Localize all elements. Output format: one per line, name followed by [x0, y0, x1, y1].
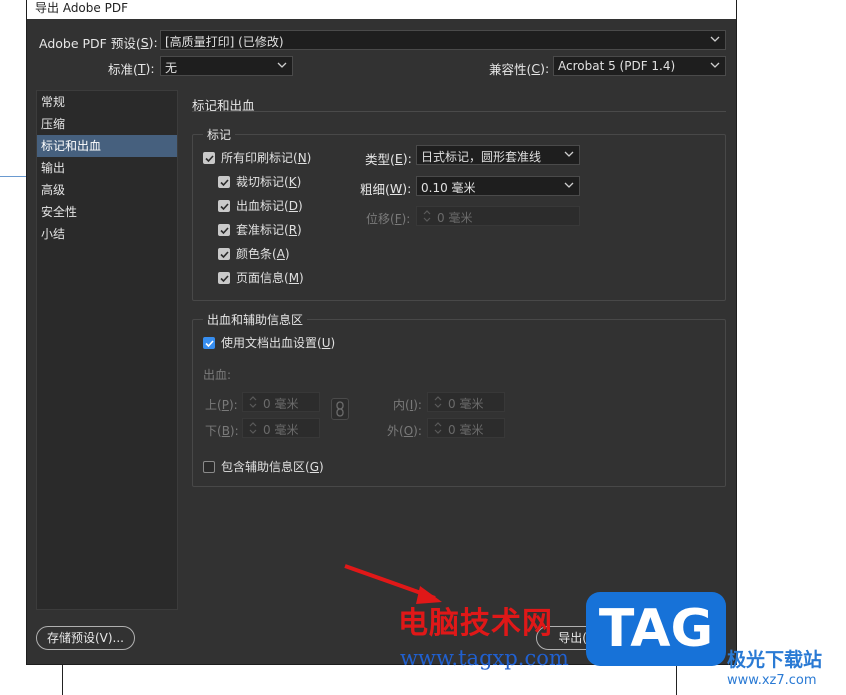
chevron-down-icon [564, 151, 574, 157]
all-printer-marks-checkbox[interactable]: 所有印刷标记(N) [203, 149, 311, 166]
weight-label: 粗细(W): [360, 181, 412, 197]
sidebar-item-summary[interactable]: 小结 [37, 223, 177, 245]
compat-dropdown[interactable]: Acrobat 5 (PDF 1.4) [553, 56, 726, 76]
watermark-url: www.tagxp.com [400, 646, 569, 670]
checkbox-box [218, 271, 230, 284]
bleed-inside-input[interactable]: 0 毫米 [427, 392, 505, 412]
chain-link-icon [336, 401, 344, 417]
checkbox-box [218, 199, 230, 212]
page-information-checkbox[interactable]: 页面信息(M) [218, 269, 304, 286]
spinner-arrows-icon [249, 422, 257, 434]
preset-dropdown[interactable]: [高质量打印] (已修改) [160, 30, 726, 50]
bleed-marks-checkbox[interactable]: 出血标记(D) [218, 197, 303, 214]
watermark-brand-url: www.xz7.com [727, 673, 817, 688]
compat-label: 兼容性(C): [489, 61, 550, 77]
chevron-down-icon [277, 62, 287, 68]
marks-group-title: 标记 [203, 126, 236, 143]
bleed-outside-label: 外(O): [387, 424, 422, 438]
offset-label: 位移(F): [366, 212, 411, 226]
use-document-bleed-checkbox[interactable]: 使用文档出血设置(U) [203, 334, 335, 351]
bleed-inside-label: 内(I): [393, 398, 422, 412]
sidebar: 常规 压缩 标记和出血 输出 高级 安全性 小结 [36, 90, 178, 610]
spinner-arrows-icon [249, 396, 257, 408]
spinner-arrows-icon [423, 210, 431, 222]
offset-input[interactable]: 0 毫米 [416, 206, 580, 226]
spinner-arrows-icon [434, 396, 442, 408]
checkbox-box [203, 336, 215, 349]
standard-dropdown[interactable]: 无 [160, 56, 293, 76]
checkbox-box [218, 175, 230, 188]
preset-label: Adobe PDF 预设(S): [39, 35, 158, 51]
bleed-top-input[interactable]: 0 毫米 [242, 392, 320, 412]
sidebar-item-output[interactable]: 输出 [37, 157, 177, 179]
checkbox-box [218, 223, 230, 236]
watermark-brand: 极光下载站 [727, 649, 823, 671]
marks-weight-dropdown[interactable]: 0.10 毫米 [416, 176, 580, 196]
link-bleed-button[interactable] [331, 398, 349, 420]
sidebar-item-security[interactable]: 安全性 [37, 201, 177, 223]
sidebar-item-general[interactable]: 常规 [37, 91, 177, 113]
bleed-top-label: 上(P): [205, 398, 238, 412]
standard-label: 标准(T): [108, 61, 155, 77]
background-guide-line [0, 176, 26, 177]
checkbox-box [203, 151, 215, 164]
chevron-down-icon [710, 62, 720, 68]
color-bars-checkbox[interactable]: 颜色条(A) [218, 245, 290, 262]
section-divider [192, 111, 726, 112]
spinner-arrows-icon [434, 422, 442, 434]
sidebar-item-marks-bleeds[interactable]: 标记和出血 [37, 135, 177, 157]
bleed-bottom-label: 下(B): [205, 424, 239, 438]
bleed-label: 出血: [203, 368, 232, 382]
checkbox-box [203, 460, 215, 473]
watermark-tag-logo: TAG [586, 592, 726, 666]
background-rule [676, 665, 677, 695]
registration-marks-checkbox[interactable]: 套准标记(R) [218, 221, 302, 238]
chevron-down-icon [710, 36, 720, 42]
bleed-outside-input[interactable]: 0 毫米 [427, 418, 505, 438]
save-preset-button[interactable]: 存储预设(V)... [36, 626, 135, 650]
bleed-bottom-input[interactable]: 0 毫米 [242, 418, 320, 438]
include-slug-checkbox[interactable]: 包含辅助信息区(G) [203, 458, 324, 475]
bleed-slug-group-title: 出血和辅助信息区 [203, 311, 308, 328]
marks-type-dropdown[interactable]: 日式标记，圆形套准线 [416, 145, 580, 165]
sidebar-item-compression[interactable]: 压缩 [37, 113, 177, 135]
sidebar-item-advanced[interactable]: 高级 [37, 179, 177, 201]
watermark-site-name: 电脑技术网 [398, 606, 553, 641]
background-rule [62, 665, 63, 695]
type-label: 类型(E): [365, 151, 412, 167]
window-title: 导出 Adobe PDF [27, 0, 736, 19]
checkbox-box [218, 247, 230, 260]
crop-marks-checkbox[interactable]: 裁切标记(K) [218, 173, 301, 190]
chevron-down-icon [564, 182, 574, 188]
